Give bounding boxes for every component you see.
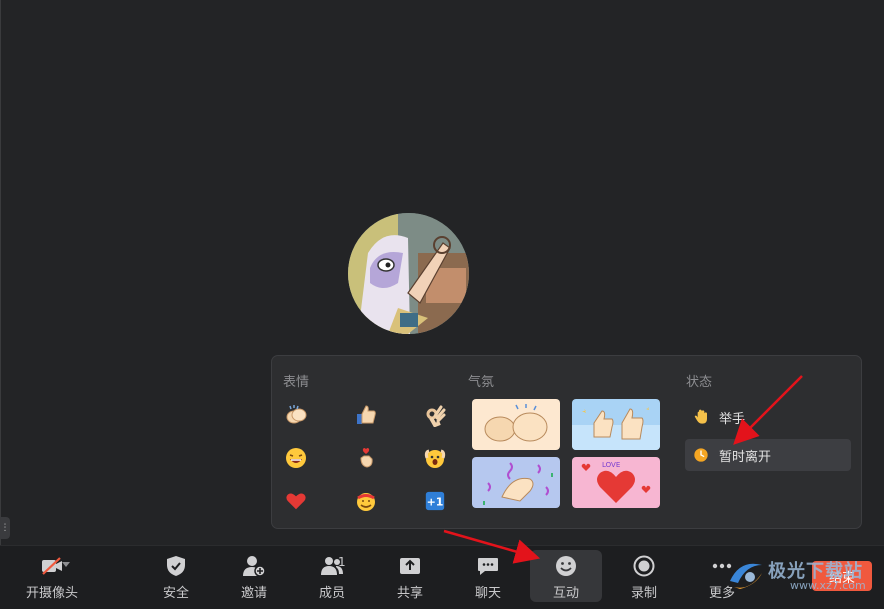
- hearts-sticker[interactable]: LOVE: [572, 457, 660, 508]
- more-label: 更多: [708, 586, 735, 601]
- surprised-face-icon[interactable]: [420, 443, 450, 473]
- chat-label: 聊天: [474, 586, 501, 601]
- celebration-face-icon[interactable]: [351, 486, 381, 516]
- chat-button[interactable]: 聊天: [452, 550, 524, 602]
- svg-text:+1: +1: [427, 496, 444, 509]
- share-button[interactable]: 共享: [374, 550, 446, 602]
- call-me-sticker[interactable]: [472, 457, 560, 508]
- add-user-icon: [243, 556, 266, 577]
- meeting-toolbar: 开摄像头 安全 邀请 1 成员 共享 聊天 互动 录制 更多: [0, 545, 884, 609]
- status-section-title: 状态: [686, 375, 713, 390]
- chat-icon: [478, 558, 498, 575]
- more-button[interactable]: 更多: [686, 550, 758, 602]
- more-dots-icon: [712, 563, 732, 569]
- interaction-panel: 表情 气氛 状态 +1 LOVE 举手 暂时离开: [271, 355, 862, 529]
- camera-label: 开摄像头: [25, 586, 78, 601]
- participant-avatar: [348, 213, 469, 334]
- thumbs-up-icon[interactable]: [351, 400, 381, 430]
- members-count: 1: [338, 555, 346, 569]
- clapping-hands-icon[interactable]: [281, 400, 311, 430]
- members-label: 成员: [318, 586, 345, 601]
- shield-icon: [167, 556, 185, 576]
- plus-one-icon[interactable]: +1: [420, 486, 450, 516]
- invite-button[interactable]: 邀请: [218, 550, 290, 602]
- share-label: 共享: [396, 586, 423, 601]
- laughing-face-icon[interactable]: [281, 443, 311, 473]
- side-collapse-tab[interactable]: ⋮: [0, 517, 10, 539]
- ok-hand-icon[interactable]: [420, 400, 450, 430]
- away-label: 暂时离开: [719, 449, 772, 465]
- share-screen-icon: [400, 558, 420, 574]
- end-meeting-button[interactable]: 结束: [812, 561, 872, 591]
- raise-hand-option[interactable]: 举手: [685, 401, 851, 433]
- members-button[interactable]: 1 成员: [296, 550, 368, 602]
- clock-icon: [691, 445, 711, 465]
- record-button[interactable]: 录制: [608, 550, 680, 602]
- security-button[interactable]: 安全: [140, 550, 212, 602]
- raise-hand-label: 举手: [719, 411, 746, 427]
- finger-heart-icon[interactable]: [351, 443, 381, 473]
- record-icon: [633, 555, 655, 577]
- raised-hand-icon: [691, 407, 711, 427]
- atmosphere-section-title: 气氛: [468, 375, 495, 390]
- interact-button[interactable]: 互动: [530, 550, 602, 602]
- camera-button[interactable]: 开摄像头: [16, 550, 88, 602]
- away-option[interactable]: 暂时离开: [685, 439, 851, 471]
- smiley-icon: [556, 556, 576, 576]
- red-heart-icon[interactable]: [281, 486, 311, 516]
- security-label: 安全: [162, 586, 189, 601]
- emoji-section-title: 表情: [283, 375, 310, 390]
- camera-off-icon: [42, 557, 62, 575]
- clapping-sticker[interactable]: [472, 399, 560, 450]
- svg-text:LOVE: LOVE: [602, 461, 620, 469]
- invite-label: 邀请: [240, 586, 267, 601]
- chevron-down-icon[interactable]: [62, 562, 70, 568]
- record-label: 录制: [630, 586, 657, 601]
- thumbs-up-sticker[interactable]: [572, 399, 660, 450]
- interact-label: 互动: [552, 586, 579, 601]
